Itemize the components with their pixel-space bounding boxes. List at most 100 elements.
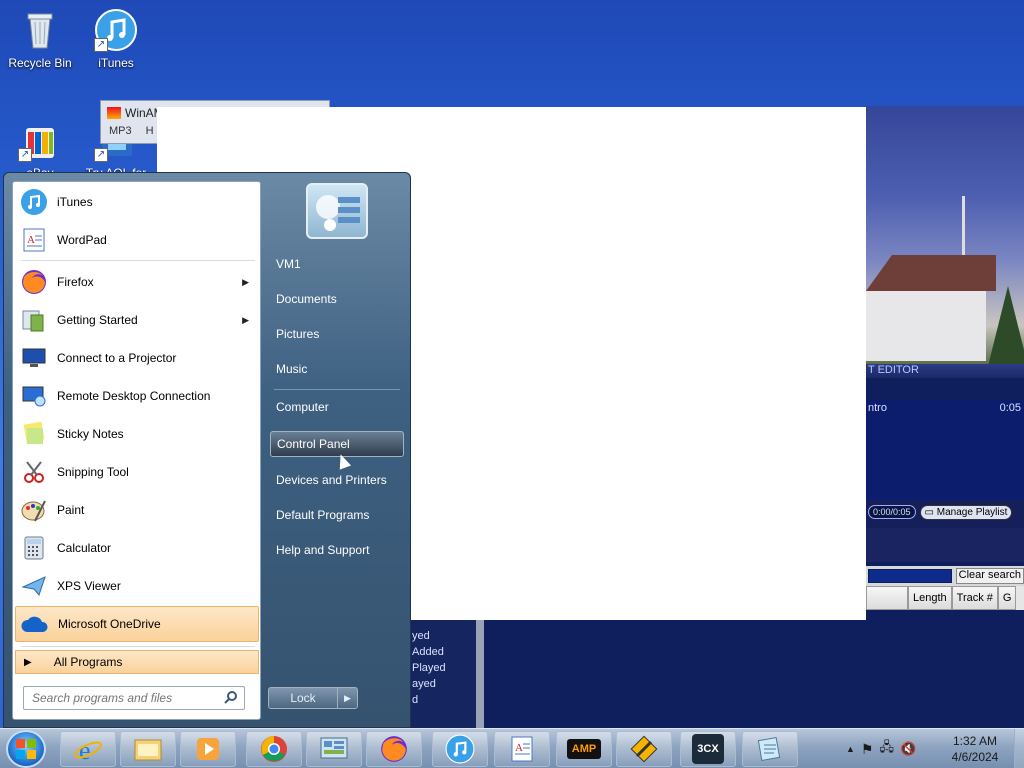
- start-menu: iTunes A WordPad Firefox ▶ Getting Start…: [3, 172, 411, 728]
- taskbar-chrome[interactable]: [246, 731, 302, 767]
- program-label: Remote Desktop Connection: [57, 389, 211, 403]
- network-icon[interactable]: 🖧: [879, 738, 894, 760]
- desktop-icon-itunes[interactable]: ↗ iTunes: [76, 8, 156, 70]
- taskbar-3cx[interactable]: 3CX: [680, 731, 736, 767]
- menu-item-mp3[interactable]: MP3: [109, 125, 132, 137]
- getting-started-icon: [19, 305, 49, 335]
- clock[interactable]: 1:32 AM 4/6/2024: [940, 733, 1010, 765]
- right-item-control-panel[interactable]: Control Panel: [270, 431, 404, 457]
- playlist-editor-titlebar[interactable]: T EDITOR: [866, 364, 1024, 378]
- winamp-icon: AMP: [567, 739, 601, 759]
- internet-explorer-icon: e: [74, 736, 102, 764]
- playlist-search-input[interactable]: [868, 569, 952, 583]
- program-xps-viewer[interactable]: XPS Viewer: [15, 568, 259, 604]
- taskbar-file-explorer[interactable]: [120, 731, 176, 767]
- menu-item-h[interactable]: H: [146, 125, 154, 137]
- user-picture[interactable]: [306, 183, 368, 239]
- playlist-list[interactable]: ntro 0:05: [866, 400, 1024, 500]
- playlist-track-row[interactable]: ntro 0:05: [866, 400, 1024, 414]
- playlist-controls: 0:00/0:05 ▭ Manage Playlist: [866, 500, 1024, 528]
- all-programs-button[interactable]: ▶ All Programs: [15, 650, 259, 674]
- right-item-vm1[interactable]: VM1: [270, 251, 404, 277]
- lock-button[interactable]: Lock ▶: [268, 687, 358, 709]
- tree-item[interactable]: d: [410, 692, 476, 708]
- show-desktop-button[interactable]: [1014, 729, 1024, 768]
- lock-options-arrow-icon[interactable]: ▶: [337, 688, 357, 708]
- program-snipping-tool[interactable]: Snipping Tool: [15, 454, 259, 490]
- program-connect-projector[interactable]: Connect to a Projector: [15, 340, 259, 376]
- manage-playlist-button[interactable]: ▭ Manage Playlist: [919, 505, 1013, 520]
- action-center-flag-icon[interactable]: ⚑: [861, 741, 874, 758]
- tree-item[interactable]: Added: [410, 644, 476, 660]
- submenu-arrow-icon: ▶: [242, 276, 249, 287]
- track-name: ntro: [868, 402, 887, 414]
- program-onedrive[interactable]: Microsoft OneDrive: [15, 606, 259, 642]
- track-time: 0:05: [999, 402, 1021, 414]
- amp-label: AMP: [571, 743, 597, 755]
- playlist-title: T EDITOR: [868, 364, 919, 376]
- right-item-documents[interactable]: Documents: [270, 286, 404, 312]
- taskbar-internet-explorer[interactable]: e: [60, 731, 116, 767]
- media-player-icon: [197, 738, 219, 760]
- taskbar: e A AMP 3CX ▲ ⚑ 🖧 🔇 1:32 AM 4/6/2024: [0, 728, 1024, 768]
- column-header-track[interactable]: Track #: [951, 586, 998, 610]
- paint-icon: [19, 495, 49, 525]
- shortcut-arrow-icon: ↗: [94, 38, 108, 52]
- svg-text:e: e: [79, 736, 91, 764]
- firefox-icon: [19, 267, 49, 297]
- taskbar-media-player[interactable]: [180, 731, 236, 767]
- taskbar-firefox[interactable]: [366, 731, 422, 767]
- right-item-music[interactable]: Music: [270, 356, 404, 382]
- tree-item[interactable]: yed: [410, 628, 476, 644]
- desktop-icon-recycle-bin[interactable]: Recycle Bin: [0, 8, 80, 70]
- program-label: WordPad: [57, 233, 107, 247]
- right-item-devices-printers[interactable]: Devices and Printers: [270, 467, 404, 493]
- program-getting-started[interactable]: Getting Started ▶: [15, 302, 259, 338]
- search-icon[interactable]: [224, 690, 238, 707]
- itunes-icon: [445, 734, 475, 764]
- tree-item[interactable]: ayed: [410, 676, 476, 692]
- program-wordpad[interactable]: A WordPad: [15, 222, 259, 258]
- right-item-default-programs[interactable]: Default Programs: [270, 502, 404, 528]
- right-item-computer[interactable]: Computer: [270, 394, 404, 420]
- taskbar-itunes[interactable]: [432, 731, 488, 767]
- media-library-tree[interactable]: yed Added Played ayed d: [410, 620, 476, 728]
- arrow-right-icon: ▶: [24, 656, 32, 668]
- program-sticky-notes[interactable]: Sticky Notes: [15, 416, 259, 452]
- right-item-help-support[interactable]: Help and Support: [270, 537, 404, 563]
- xps-viewer-icon: [19, 571, 49, 601]
- svg-text:A: A: [515, 742, 523, 754]
- column-header-blank[interactable]: [866, 586, 908, 610]
- start-menu-programs-pane: iTunes A WordPad Firefox ▶ Getting Start…: [12, 181, 261, 720]
- taskbar-wordpad[interactable]: A: [494, 731, 550, 767]
- taskbar-control-panel[interactable]: [306, 731, 362, 767]
- program-firefox[interactable]: Firefox ▶: [15, 264, 259, 300]
- taskbar-winamp[interactable]: AMP: [556, 731, 612, 767]
- desktop-icon-ebay[interactable]: ↗ eBay: [0, 118, 80, 180]
- windows-logo-icon: [16, 739, 36, 759]
- start-search-box[interactable]: [23, 686, 245, 710]
- program-remote-desktop[interactable]: Remote Desktop Connection: [15, 378, 259, 414]
- wordpad-icon: A: [511, 736, 533, 762]
- clear-search-button[interactable]: Clear search: [955, 568, 1024, 584]
- search-input[interactable]: [32, 691, 212, 705]
- right-item-pictures[interactable]: Pictures: [270, 321, 404, 347]
- 3cx-label: 3CX: [697, 743, 719, 755]
- remote-desktop-icon: [19, 381, 49, 411]
- show-hidden-icons-icon[interactable]: ▲: [846, 744, 855, 754]
- itunes-icon: ↗: [94, 8, 138, 52]
- start-button[interactable]: [6, 730, 46, 768]
- tree-item[interactable]: Played: [410, 660, 476, 676]
- column-header-length[interactable]: Length: [908, 586, 952, 610]
- program-paint[interactable]: Paint: [15, 492, 259, 528]
- playlist-search: Clear search: [866, 566, 1024, 586]
- chrome-icon: [261, 736, 287, 762]
- program-label: Paint: [57, 503, 85, 517]
- volume-muted-icon[interactable]: 🔇: [900, 741, 916, 757]
- splitter[interactable]: [476, 620, 484, 728]
- taskbar-tool[interactable]: [616, 731, 672, 767]
- program-itunes[interactable]: iTunes: [15, 184, 259, 220]
- taskbar-notepad[interactable]: [742, 731, 798, 767]
- column-header-g[interactable]: G: [997, 586, 1017, 610]
- program-calculator[interactable]: Calculator: [15, 530, 259, 566]
